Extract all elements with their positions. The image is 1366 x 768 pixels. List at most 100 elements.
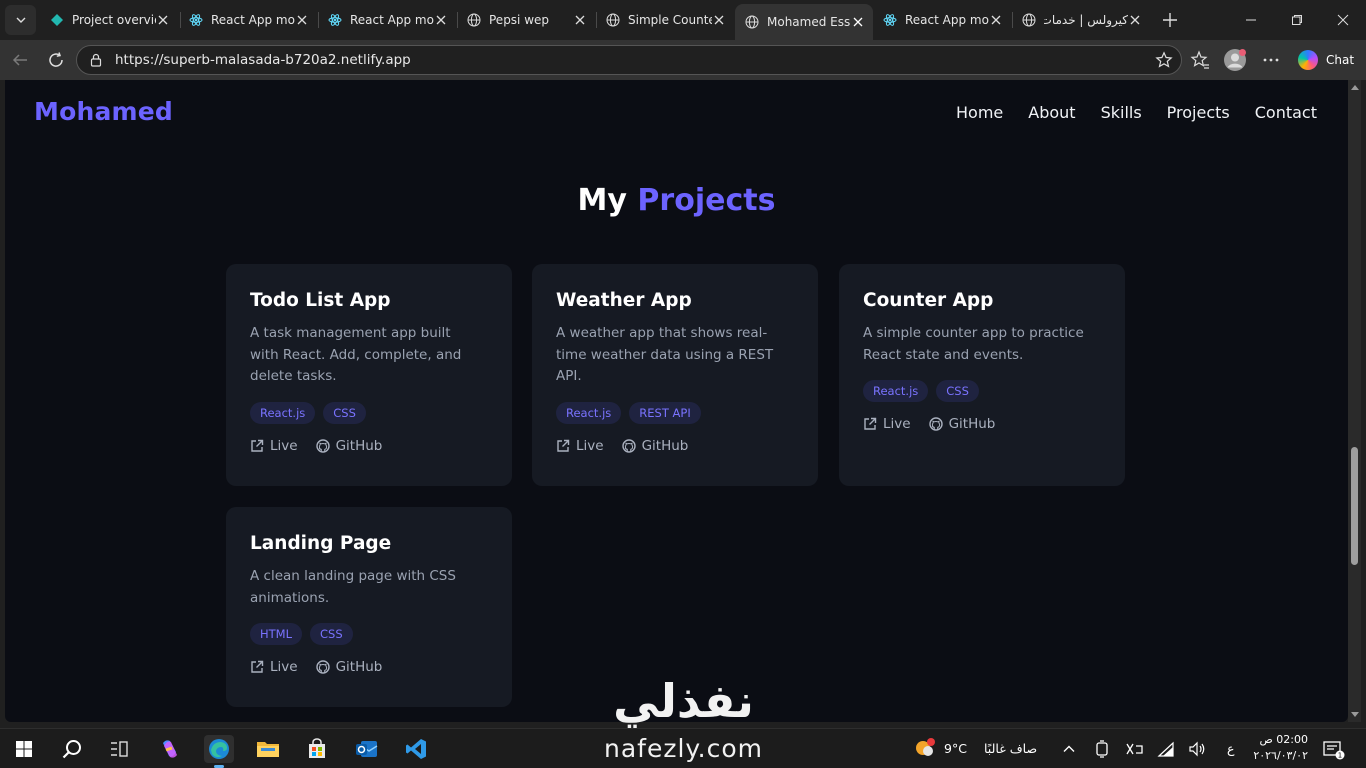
tab-react-app-3[interactable]: React App moo [873,6,1011,34]
github-link-label: GitHub [335,659,383,675]
project-tags: React.js CSS [863,380,1101,402]
refresh-button[interactable] [42,46,70,74]
file-explorer-button[interactable] [253,735,283,763]
scroll-down-arrow-icon[interactable] [1351,712,1359,717]
store-button[interactable] [302,735,332,763]
tab-pepsi-wep[interactable]: Pepsi wep [457,6,595,34]
close-icon[interactable] [434,13,448,27]
live-link-label: Live [883,416,911,432]
weather-temperature[interactable]: 9°C [944,741,967,756]
keyboard-language-icon[interactable] [1125,741,1143,757]
widgets-icon [111,741,128,757]
start-button[interactable] [9,735,39,763]
url-text[interactable]: https://superb-malasada-b720a2.netlify.a… [115,52,411,68]
nav-link-contact[interactable]: Contact [1255,103,1317,122]
search-button[interactable] [57,735,87,763]
weather-condition[interactable]: صاف غالبًا [984,741,1037,756]
clock-time: 02:00 ص [1259,733,1309,746]
svg-text:1: 1 [1338,752,1342,760]
site-logo[interactable]: Mohamed [34,97,173,126]
minimize-icon [1246,19,1256,21]
copilot-chat-button[interactable]: Chat [1294,45,1360,75]
system-clock[interactable]: 02:00 ص ٢٠٢٦/٠٣/٠٢ [1252,732,1308,764]
scroll-thumb[interactable] [1351,447,1358,565]
arrow-left-icon [12,54,27,66]
nav-link-home[interactable]: Home [956,103,1003,122]
live-link-label: Live [270,659,298,675]
external-link-icon [557,439,570,452]
github-link[interactable]: GitHub [928,416,995,432]
tab-label: كيرولس | خدمات [1044,13,1128,27]
project-title: Landing Page [250,533,392,554]
wifi-icon[interactable] [1157,741,1175,757]
volume-icon[interactable] [1188,741,1206,757]
restore-button[interactable] [1274,0,1320,40]
favorites-button[interactable] [1188,48,1212,72]
tab-react-app-1[interactable]: React App moo [179,6,317,34]
tab-label: React App moo [211,13,295,27]
external-link-icon [251,660,264,673]
live-link[interactable]: Live [863,416,911,432]
address-bar[interactable]: https://superb-malasada-b720a2.netlify.a… [76,45,1182,75]
weather-sun-icon[interactable] [913,736,937,760]
project-links: Live GitHub [250,438,488,454]
live-link[interactable]: Live [250,659,298,675]
live-link[interactable]: Live [556,438,604,454]
widgets-button[interactable] [104,735,134,763]
profile-button[interactable] [1223,48,1247,72]
github-link[interactable]: GitHub [315,438,382,454]
close-icon[interactable] [989,13,1003,27]
new-tab-button[interactable] [1158,8,1182,32]
vscode-button[interactable] [401,735,431,763]
github-icon [315,438,330,453]
globe-icon [467,13,481,27]
section-title: My Projects [5,183,1348,218]
tab-react-app-2[interactable]: React App moo [318,6,456,34]
device-icon[interactable] [1094,740,1110,758]
close-icon[interactable] [295,13,309,27]
chevron-up-icon[interactable] [1062,742,1076,756]
nav-link-skills[interactable]: Skills [1101,103,1142,122]
tab-mohamed-essa-active[interactable]: Mohamed Essa [735,4,873,40]
outlook-button[interactable] [352,735,382,763]
close-icon[interactable] [712,13,726,27]
tab-label: React App moo [905,13,989,27]
tab-project-overview[interactable]: Project overview [40,6,178,34]
star-icon[interactable] [1155,51,1173,69]
live-link[interactable]: Live [250,438,298,454]
close-icon[interactable] [851,15,865,29]
close-icon[interactable] [156,13,170,27]
tab-simple-counter[interactable]: Simple Counter [596,6,734,34]
github-link[interactable]: GitHub [315,659,383,675]
github-link-label: GitHub [641,437,689,454]
nav-link-projects[interactable]: Projects [1167,103,1230,122]
site-nav: Home About Skills Projects Contact [956,103,1317,122]
settings-more-button[interactable] [1259,48,1283,72]
github-link[interactable]: GitHub [621,437,689,454]
lock-icon[interactable] [89,53,103,67]
close-icon[interactable] [573,13,587,27]
store-icon [309,738,325,758]
copilot-taskbar-button[interactable] [155,735,185,763]
tag-badge: React.js [556,401,622,424]
tab-actions-menu-button[interactable] [5,5,36,35]
vscode-icon [406,739,426,759]
nav-link-about[interactable]: About [1028,103,1075,122]
close-icon[interactable] [1128,13,1142,27]
restore-icon [1292,15,1302,25]
browser-toolbar: https://superb-malasada-b720a2.netlify.a… [0,40,1366,80]
external-link-icon [864,417,877,430]
input-language-indicator[interactable]: ع [1227,741,1234,756]
notifications-bell-icon[interactable]: 1 [1323,740,1345,760]
project-title: Weather App [556,290,692,311]
edge-taskbar-button[interactable] [204,735,234,768]
back-button[interactable] [6,46,34,74]
scroll-up-arrow-icon[interactable] [1351,85,1359,90]
refresh-icon [49,52,63,67]
minimize-button[interactable] [1228,0,1274,40]
external-link-icon [251,439,264,452]
more-horizontal-icon [1263,58,1279,62]
close-window-button[interactable] [1320,0,1366,40]
tab-kerolos-services[interactable]: كيرولس | خدمات [1012,6,1150,34]
page-scrollbar[interactable] [1348,80,1361,722]
